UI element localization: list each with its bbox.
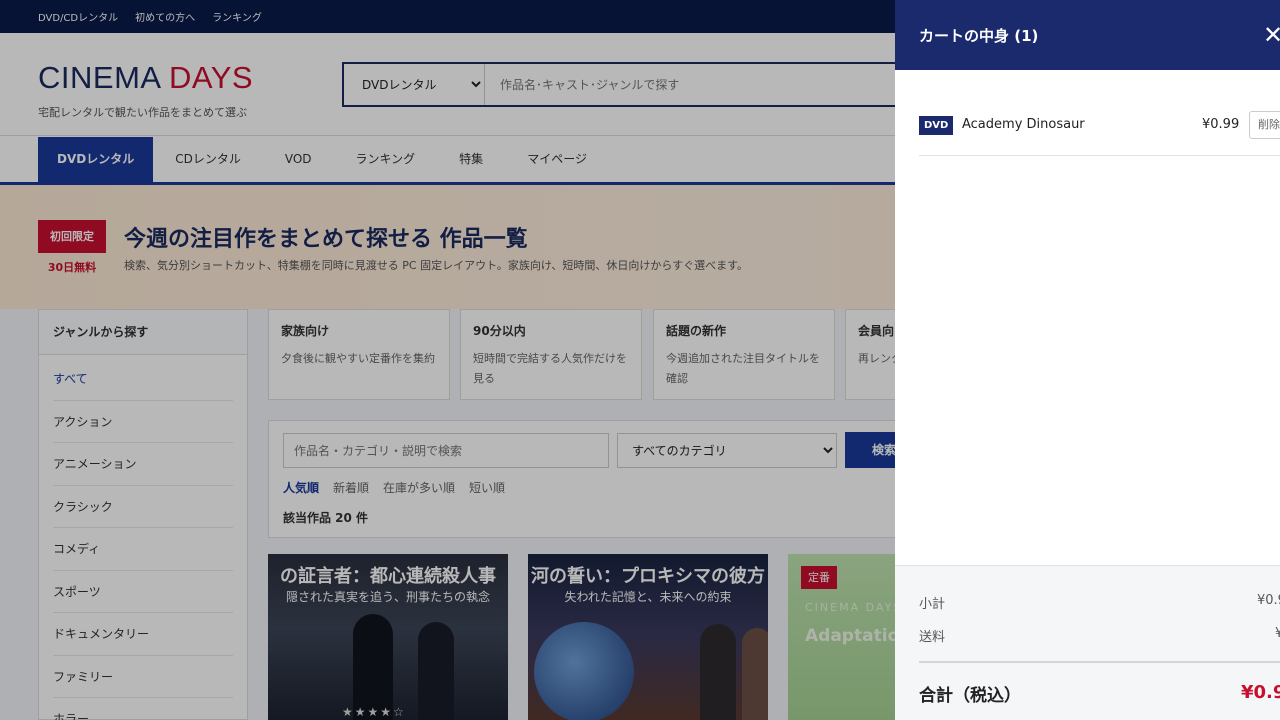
close-icon[interactable]: ✕: [1263, 22, 1280, 48]
remove-item-button[interactable]: 削除: [1249, 111, 1280, 139]
summary-divider: [919, 661, 1280, 663]
cart-header: カートの中身 (1) ✕: [895, 0, 1280, 70]
format-badge: DVD: [919, 116, 954, 135]
cart-item-price: ¥0.99: [1202, 117, 1240, 132]
cart-drawer: カートの中身 (1) ✕ DVD Academy Dinosaur ¥0.99 …: [895, 0, 1280, 720]
subtotal-value: ¥0.99: [1257, 593, 1280, 608]
cart-item: DVD Academy Dinosaur ¥0.99 削除: [919, 100, 1280, 156]
total-value: ¥0.99: [1241, 682, 1280, 703]
cart-item-name: Academy Dinosaur: [962, 117, 1085, 132]
shipping-value: ¥0: [1275, 626, 1280, 641]
shipping-label: 送料: [919, 630, 946, 645]
cart-summary: 小計 ¥0.99 送料 ¥0 合計（税込） ¥0.99: [895, 565, 1280, 720]
subtotal-label: 小計: [919, 597, 946, 612]
cart-title: カートの中身 (1): [919, 27, 1039, 45]
total-label: 合計（税込）: [919, 686, 1021, 706]
